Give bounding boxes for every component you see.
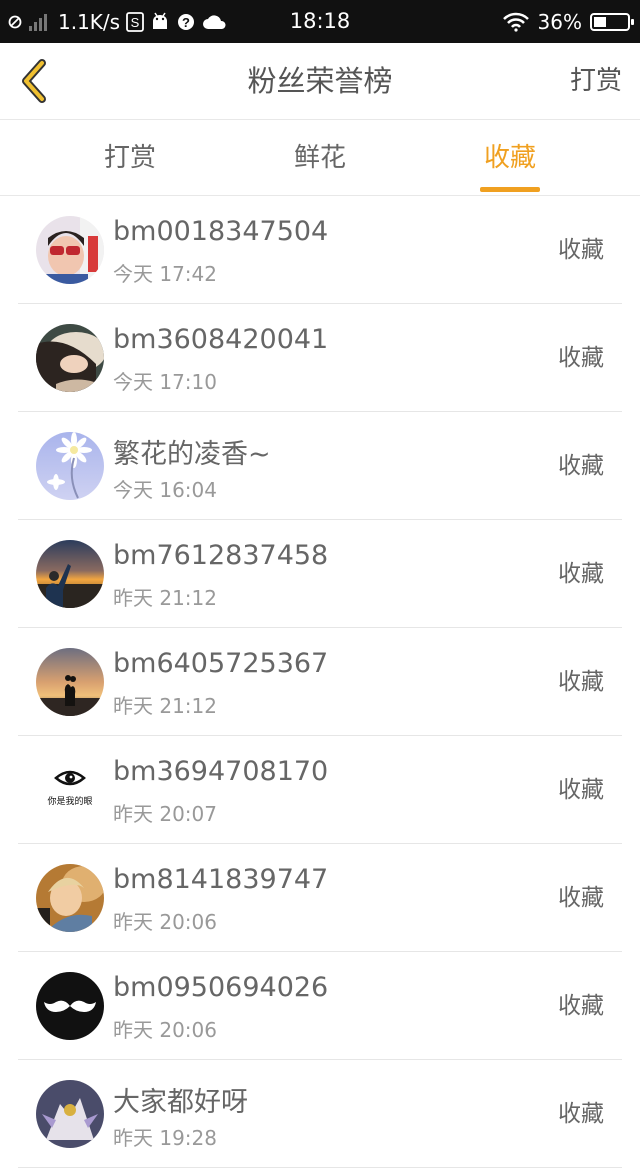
favorite-time: 昨天 21:12: [113, 586, 217, 610]
row-action-label: 收藏: [558, 1101, 604, 1127]
row-action-label: 收藏: [558, 237, 604, 263]
page-title: 粉丝荣誉榜: [247, 64, 393, 98]
battery-percent: 36%: [537, 9, 582, 34]
battery-icon: [590, 12, 634, 31]
list-item[interactable]: bm0018347504 今天 17:42 收藏: [0, 196, 640, 304]
tab-bar: 打赏 鲜花 收藏: [0, 120, 640, 196]
active-tab-indicator: [480, 187, 540, 192]
row-action-label: 收藏: [558, 561, 604, 587]
list-item[interactable]: 你是我的眼 bm3694708170 昨天 20:07 收藏: [0, 736, 640, 844]
avatar: [36, 864, 104, 932]
avatar: 你是我的眼: [36, 756, 104, 824]
user-name: bm8141839747: [113, 864, 329, 895]
list-item[interactable]: bm7612837458 昨天 21:12 收藏: [0, 520, 640, 628]
list-item[interactable]: bm0950694026 昨天 20:06 收藏: [0, 952, 640, 1060]
wifi-icon: [502, 12, 530, 32]
avatar: [36, 324, 104, 392]
list-item[interactable]: 大家都好呀 昨天 19:28 收藏: [0, 1060, 640, 1168]
row-action-label: 收藏: [558, 345, 604, 371]
tab-favorites[interactable]: 收藏: [450, 120, 570, 196]
favorite-time: 昨天 19:28: [113, 1126, 217, 1150]
avatar: [36, 648, 104, 716]
favorite-time: 昨天 20:06: [113, 910, 217, 934]
user-name: bm3608420041: [113, 324, 329, 355]
eye-icon: [36, 756, 104, 824]
tab-flowers[interactable]: 鲜花: [260, 120, 380, 196]
tab-favorites-label: 收藏: [483, 143, 536, 173]
nav-bar: 粉丝荣誉榜 打赏: [0, 43, 640, 120]
tab-flowers-label: 鲜花: [293, 143, 346, 173]
row-action-label: 收藏: [558, 669, 604, 695]
status-right: 36%: [502, 0, 634, 43]
status-bar: 1.1K/s S ? 18:18 36%: [0, 0, 640, 43]
tab-reward[interactable]: 打赏: [70, 120, 190, 196]
list-item[interactable]: bm6405725367 昨天 21:12 收藏: [0, 628, 640, 736]
avatar-caption: 你是我的眼: [47, 797, 93, 807]
user-name: bm0950694026: [113, 972, 329, 1003]
row-action-label: 收藏: [558, 453, 604, 479]
tab-reward-label: 打赏: [103, 143, 156, 173]
user-name: bm3694708170: [113, 756, 329, 787]
mustache-icon: [36, 972, 104, 1040]
user-name: bm6405725367: [113, 648, 329, 679]
row-action-label: 收藏: [558, 777, 604, 803]
favorite-time: 昨天 20:06: [113, 1018, 217, 1042]
avatar: [36, 432, 104, 500]
avatar: [36, 972, 104, 1040]
row-action-label: 收藏: [558, 885, 604, 911]
list-item[interactable]: bm3608420041 今天 17:10 收藏: [0, 304, 640, 412]
favorite-time: 昨天 20:07: [113, 802, 217, 826]
user-name: 大家都好呀: [113, 1087, 248, 1118]
favorite-time: 今天 16:04: [113, 478, 217, 502]
reward-button[interactable]: 打赏: [570, 43, 622, 120]
avatar: [36, 216, 104, 284]
user-name: bm0018347504: [113, 216, 329, 247]
row-action-label: 收藏: [558, 993, 604, 1019]
avatar: [36, 540, 104, 608]
favorite-time: 今天 17:42: [113, 262, 217, 286]
fan-list: bm0018347504 今天 17:42 收藏 bm3608420041 今天…: [0, 196, 640, 1168]
list-item[interactable]: bm8141839747 昨天 20:06 收藏: [0, 844, 640, 952]
user-name: 繁花的凌香~: [113, 439, 271, 470]
list-item[interactable]: 繁花的凌香~ 今天 16:04 收藏: [0, 412, 640, 520]
favorite-time: 今天 17:10: [113, 370, 217, 394]
battery-fill: [594, 16, 606, 27]
favorite-time: 昨天 21:12: [113, 694, 217, 718]
user-name: bm7612837458: [113, 540, 329, 571]
